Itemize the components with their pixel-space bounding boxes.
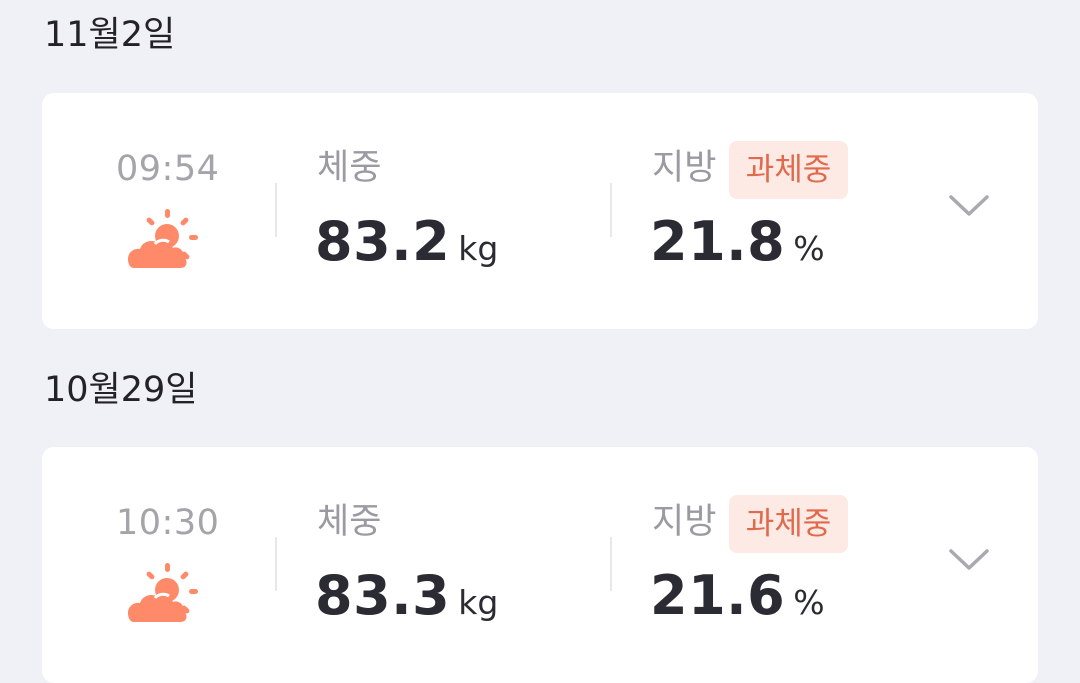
fat-value: 21.6: [650, 564, 786, 627]
divider: [610, 183, 612, 237]
weight-value-group: 83.2 kg: [315, 215, 498, 269]
weight-value-group: 83.3 kg: [315, 569, 498, 623]
record-time: 10:30: [116, 503, 220, 543]
fat-unit: %: [793, 229, 825, 268]
status-badge: 과체중: [729, 495, 848, 553]
status-badge: 과체중: [729, 141, 848, 199]
weight-value: 83.2: [315, 210, 451, 273]
date-header: 11월2일: [44, 15, 176, 55]
divider: [610, 537, 612, 591]
sun-cloud-icon: [128, 209, 198, 268]
date-header: 10월29일: [44, 370, 198, 410]
fat-value-group: 21.6%: [650, 569, 825, 623]
weight-label: 체중: [317, 502, 382, 542]
record-card[interactable]: 10:30 체중 83.3 kg 지방 과체중 21.6%: [42, 447, 1038, 683]
fat-value: 21.8: [650, 210, 786, 273]
fat-label: 지방: [652, 502, 717, 542]
sun-cloud-icon: [128, 563, 198, 622]
weight-value: 83.3: [315, 564, 451, 627]
record-time: 09:54: [116, 149, 220, 189]
chevron-down-icon[interactable]: [948, 547, 990, 573]
record-card[interactable]: 09:54 체중 83.2 kg 지방 과체중 21.8%: [42, 93, 1038, 329]
divider: [275, 537, 277, 591]
weight-label: 체중: [317, 148, 382, 188]
fat-label: 지방: [652, 148, 717, 188]
weight-unit: kg: [458, 229, 499, 268]
divider: [275, 183, 277, 237]
chevron-down-icon[interactable]: [948, 193, 990, 219]
weight-unit: kg: [458, 583, 499, 622]
fat-value-group: 21.8%: [650, 215, 825, 269]
fat-unit: %: [793, 583, 825, 622]
